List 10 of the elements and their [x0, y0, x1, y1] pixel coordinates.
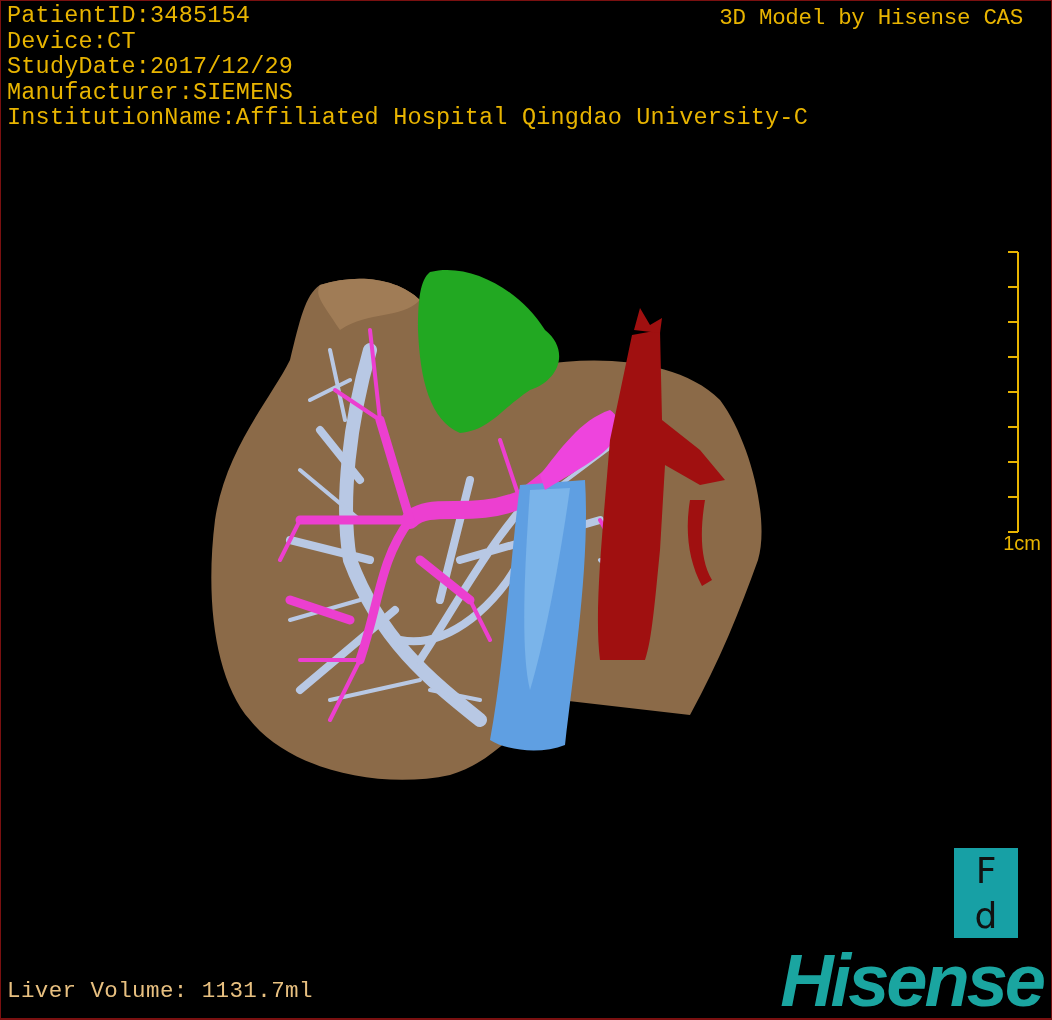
study-info-text: InstitutionName:Affiliated Hospital Qingdao University-C [7, 105, 808, 131]
study-info-text: Device:CT [7, 28, 136, 54]
orientation-marker: F d [954, 848, 1018, 938]
brand-logo: Hisense [780, 946, 1045, 1018]
study-info-text: Manufacturer:SIEMENS [7, 79, 294, 105]
viewer-title: 3D Model by Hisense CAS [719, 4, 1023, 33]
study-info-text: StudyDate:2017/12/29 [7, 54, 294, 80]
liver-volume-text: Liver Volume: 1131.7ml [6, 978, 313, 1006]
study-info-text: PatientID:3485154 [7, 3, 251, 29]
scale-label: 1cm [1003, 531, 1041, 555]
